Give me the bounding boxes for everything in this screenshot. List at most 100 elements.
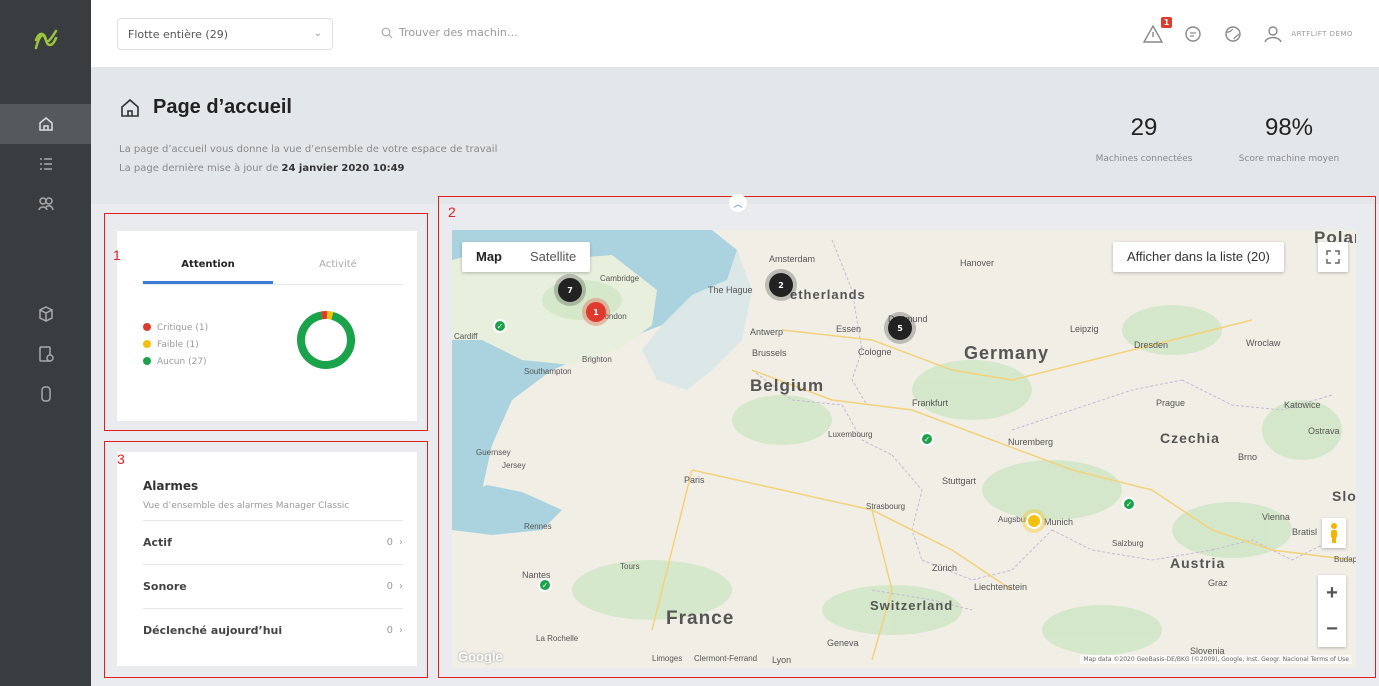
stat-label: Score machine moyen [1238, 154, 1340, 164]
sidebar-item-groups[interactable] [0, 184, 91, 224]
machine-marker-ok[interactable]: ✓ [493, 319, 507, 333]
map-label-rennes: Rennes [524, 522, 552, 531]
attention-donut-chart [297, 311, 355, 369]
chevron-right-icon: › [399, 537, 403, 548]
alarm-row-today[interactable]: Déclenché aujourd’hui 0 › [143, 608, 403, 652]
map-type-satellite-button[interactable]: Satellite [516, 242, 590, 272]
chevron-up-icon: ︿ [733, 199, 743, 210]
map-label-geneva: Geneva [827, 638, 859, 648]
map-label-graz: Graz [1208, 578, 1228, 588]
chevron-down-icon: ⌄ [313, 28, 322, 39]
red-dot-icon [143, 323, 151, 331]
attention-tabs: Attention Activité [143, 251, 403, 285]
stat-label: Machines connectées [1095, 154, 1193, 164]
map-label-switzerland: Switzerland [870, 598, 954, 613]
map-label-frankfurt: Frankfurt [912, 398, 949, 408]
stat-value: 98% [1264, 114, 1314, 141]
show-in-list-button[interactable]: Afficher dans la liste (20) [1113, 242, 1284, 272]
zoom-controls: + − [1318, 575, 1346, 647]
map-label-clermont: Clermont-Ferrand [694, 654, 758, 663]
map-cluster-marker[interactable]: 5 [888, 316, 912, 340]
map-label-strasbourg: Strasbourg [866, 502, 906, 511]
map-type-map-button[interactable]: Map [462, 242, 516, 272]
fleet-select[interactable]: Flotte entière (29) ⌄ [117, 18, 333, 50]
alarm-row-active[interactable]: Actif 0 › [143, 520, 403, 564]
map-label-zurich: Zürich [932, 563, 958, 573]
description-line: La page d’accueil vous donne la vue d’en… [119, 144, 498, 155]
map-label-guernsey: Guernsey [476, 448, 511, 457]
map-label-hanover: Hanover [960, 258, 995, 268]
legend-critical: Critique (1) [143, 320, 208, 337]
legend-label: Critique (1) [157, 323, 209, 333]
messages-button[interactable] [1183, 24, 1203, 44]
sidebar-item-products[interactable] [0, 294, 91, 334]
alarm-row-count: 0 [386, 625, 393, 636]
map-label-austria: Austria [1170, 555, 1226, 571]
search-placeholder: Trouver des machin… [399, 26, 518, 39]
machine-marker-ok[interactable]: ✓ [1122, 497, 1136, 511]
search-input[interactable]: Trouver des machin… [381, 26, 518, 39]
user-icon [1264, 26, 1282, 43]
map-label-katowice: Katowice [1284, 400, 1321, 410]
tab-activity[interactable]: Activité [273, 251, 403, 284]
map-label-budapest: Budap [1334, 555, 1356, 564]
globe-icon [1225, 26, 1242, 42]
chevron-right-icon: › [399, 581, 403, 592]
alarm-row-sound[interactable]: Sonore 0 › [143, 564, 403, 608]
group-icon [37, 197, 54, 211]
user-menu[interactable]: ARTFLIFT DEMO [1263, 24, 1353, 44]
sidebar-item-devices[interactable] [0, 374, 91, 414]
map-label-salzburg: Salzburg [1112, 539, 1144, 548]
tab-attention[interactable]: Attention [143, 251, 273, 284]
map-cluster-marker-critical[interactable]: 1 [586, 302, 606, 322]
alarms-title: Alarmes [143, 479, 199, 493]
map-label-leipzig: Leipzig [1070, 324, 1099, 334]
map-label-bratislava: Bratisl [1292, 527, 1318, 537]
alarms-card: Alarmes Vue d’ensemble des alarmes Manag… [117, 452, 417, 666]
fullscreen-icon [1326, 250, 1340, 264]
map-label-stuttgart: Stuttgart [942, 476, 977, 486]
last-update-prefix: La page dernière mise à jour de [119, 163, 282, 174]
sidebar [0, 0, 91, 686]
zoom-in-button[interactable]: + [1318, 575, 1346, 611]
brand-logo-icon[interactable] [33, 28, 59, 52]
map-label-cologne: Cologne [858, 347, 892, 357]
donut-segment-2 [297, 311, 355, 369]
sidebar-item-home[interactable] [0, 104, 91, 144]
map-attribution[interactable]: Map data ©2020 GeoBasis-DE/BKG (©2009), … [1080, 655, 1352, 664]
last-update-line: La page dernière mise à jour de 24 janvi… [119, 159, 497, 178]
collapse-header-button[interactable]: ︿ [729, 194, 747, 212]
machine-marker-ok[interactable]: ✓ [538, 578, 552, 592]
zoom-out-button[interactable]: − [1318, 611, 1346, 647]
language-button[interactable] [1223, 24, 1243, 44]
map-cluster-marker[interactable]: 2 [769, 273, 793, 297]
machine-marker-ok[interactable]: ✓ [920, 432, 934, 446]
machine-marker-warning[interactable] [1026, 513, 1042, 529]
chat-icon [1185, 26, 1202, 42]
page-description: La page d’accueil vous donne la vue d’en… [119, 140, 497, 178]
map-label-ostrava: Ostrava [1308, 426, 1340, 436]
map-label-paris: Paris [684, 475, 705, 485]
stat-connected-machines: 29 Machines connectées [1079, 114, 1209, 164]
sidebar-item-reports[interactable] [0, 334, 91, 374]
page-title-text: Page d’accueil [153, 96, 292, 118]
green-dot-icon [143, 357, 151, 365]
fleet-select-value: Flotte entière (29) [128, 28, 229, 41]
search-icon [381, 27, 393, 38]
map-label-france: France [666, 608, 735, 629]
map-label-dresden: Dresden [1134, 340, 1169, 350]
check-icon: ✓ [1125, 499, 1133, 509]
map-label-prague: Prague [1156, 398, 1186, 408]
map-label-vienna: Vienna [1262, 512, 1290, 522]
map-type-toggle: Map Satellite [462, 242, 591, 272]
annotation-label-2: 2 [448, 204, 456, 220]
fullscreen-button[interactable] [1318, 242, 1348, 272]
alerts-button[interactable]: 1 [1143, 17, 1173, 44]
fleet-map[interactable]: Belgium Germany France Czechia Austria S… [452, 230, 1356, 668]
alarm-row-label: Sonore [143, 580, 187, 593]
street-view-button[interactable] [1322, 518, 1346, 548]
legend-label: Aucun (27) [157, 357, 207, 367]
sidebar-item-list[interactable] [0, 144, 91, 184]
map-cluster-marker[interactable]: 7 [558, 278, 582, 302]
top-actions: 1 ARTFLIFT DEMO [1143, 17, 1353, 50]
